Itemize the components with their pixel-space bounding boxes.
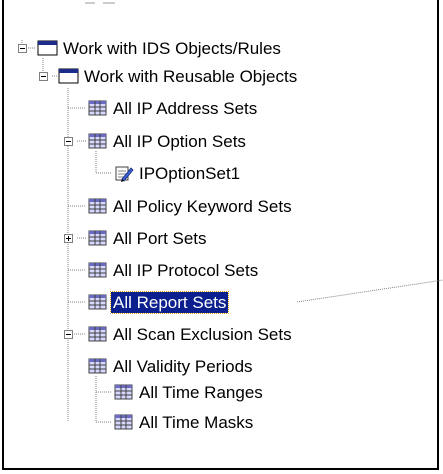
tree-node-scan-exclusion-sets[interactable]: All Scan Exclusion Sets — [87, 322, 294, 346]
tree-node-time-ranges[interactable]: All Time Ranges — [113, 380, 265, 404]
tree-node-label: All Policy Keyword Sets — [113, 196, 292, 216]
reusable-collapse-toggle[interactable] — [39, 72, 48, 81]
table-icon — [114, 414, 133, 430]
ip-option-sets-collapse-toggle[interactable] — [64, 137, 73, 146]
tree-node-label: All Scan Exclusion Sets — [113, 324, 292, 344]
table-icon — [88, 358, 107, 374]
tree-node-ids-objects[interactable]: Work with IDS Objects/Rules — [37, 36, 283, 60]
edit-object-icon — [115, 166, 134, 182]
tree-node-reusable-objects[interactable]: Work with Reusable Objects — [58, 64, 299, 88]
window-icon — [58, 68, 79, 84]
tree-node-label: All Validity Periods — [113, 356, 253, 376]
tree-node-label: All IP Address Sets — [113, 98, 258, 118]
tree-node-label: IPOptionSet1 — [139, 163, 241, 183]
table-icon — [88, 262, 107, 278]
object-tree: Work with IDS Objects/Rules Work with Re… — [0, 0, 443, 474]
table-icon — [88, 230, 107, 246]
table-icon — [88, 294, 107, 310]
tree-node-label: All IP Protocol Sets — [113, 260, 259, 280]
port-sets-expand-toggle[interactable] — [64, 234, 73, 243]
tree-node-ipoptionset1[interactable]: IPOptionSet1 — [113, 161, 242, 185]
tree-node-port-sets[interactable]: All Port Sets — [87, 226, 209, 250]
tree-node-ip-protocol-sets[interactable]: All IP Protocol Sets — [87, 258, 260, 282]
tree-node-label: Work with Reusable Objects — [84, 66, 298, 86]
table-icon — [88, 326, 107, 342]
root-collapse-toggle[interactable] — [18, 44, 27, 53]
table-icon — [88, 198, 107, 214]
tree-node-policy-keyword-sets[interactable]: All Policy Keyword Sets — [87, 194, 294, 218]
tree-node-report-sets[interactable]: All Report Sets — [87, 290, 230, 314]
window-icon — [37, 40, 58, 56]
table-icon — [88, 100, 107, 116]
table-icon — [114, 384, 133, 400]
tree-node-label: All Time Ranges — [139, 382, 263, 402]
tree-node-label: All IP Option Sets — [113, 131, 246, 151]
tree-node-validity-periods[interactable]: All Validity Periods — [87, 354, 255, 378]
table-icon — [88, 133, 107, 149]
validity-periods-collapse-toggle[interactable] — [64, 330, 73, 339]
tree-node-ip-option-sets[interactable]: All IP Option Sets — [87, 129, 248, 153]
tree-node-time-masks[interactable]: All Time Masks — [113, 410, 255, 434]
tree-node-label: Work with IDS Objects/Rules — [63, 38, 281, 58]
tree-node-ip-address-sets[interactable]: All IP Address Sets — [87, 96, 259, 120]
tree-node-label-selected: All Report Sets — [109, 290, 230, 314]
tree-node-label: All Port Sets — [113, 228, 207, 248]
tree-node-label: All Time Masks — [139, 412, 254, 432]
